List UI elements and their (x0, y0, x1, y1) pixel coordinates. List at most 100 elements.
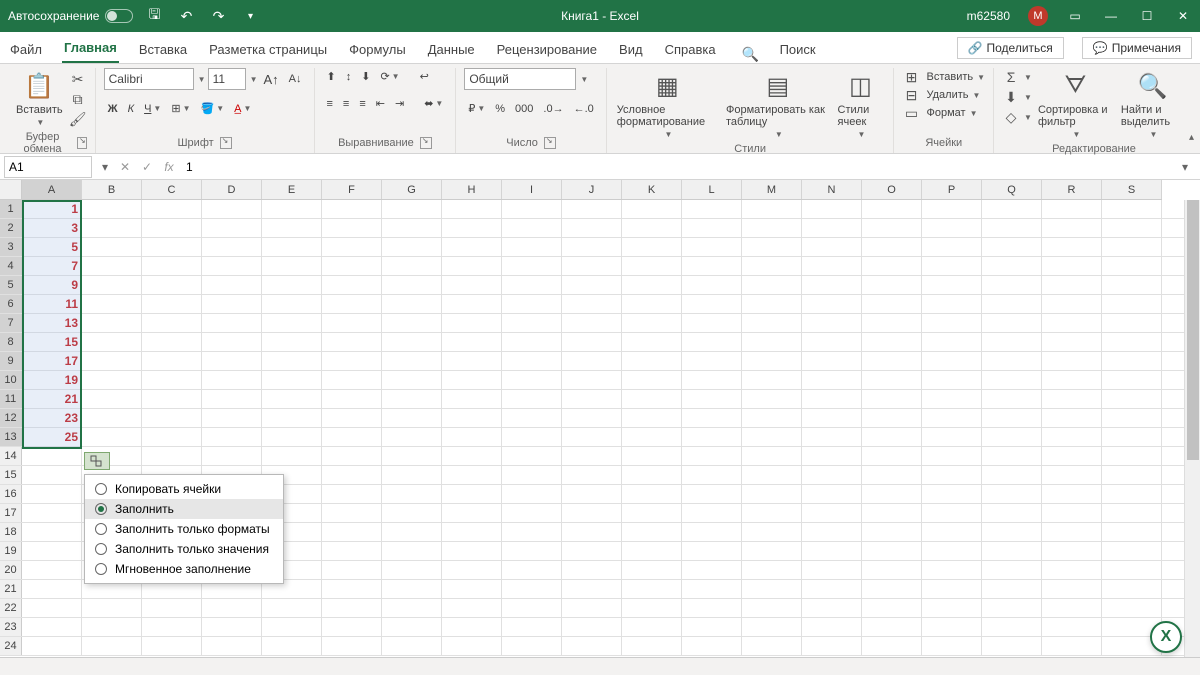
cell-J13[interactable] (562, 428, 622, 446)
col-header-F[interactable]: F (322, 180, 382, 199)
cell-N6[interactable] (802, 295, 862, 313)
cell-R3[interactable] (1042, 238, 1102, 256)
cell-M19[interactable] (742, 542, 802, 560)
af-fill-series[interactable]: Заполнить (85, 499, 283, 519)
cell-G19[interactable] (382, 542, 442, 560)
number-launcher[interactable] (544, 137, 556, 149)
cell-I21[interactable] (502, 580, 562, 598)
cell-L11[interactable] (682, 390, 742, 408)
cell-Q22[interactable] (982, 599, 1042, 617)
cell-K1[interactable] (622, 200, 682, 218)
cell-F11[interactable] (322, 390, 382, 408)
cell-P1[interactable] (922, 200, 982, 218)
search-icon[interactable]: 🔍 (742, 45, 760, 63)
cell-P23[interactable] (922, 618, 982, 636)
cell-N23[interactable] (802, 618, 862, 636)
cell-S21[interactable] (1102, 580, 1162, 598)
cell-J16[interactable] (562, 485, 622, 503)
cell-O23[interactable] (862, 618, 922, 636)
cell-F15[interactable] (322, 466, 382, 484)
cell-J6[interactable] (562, 295, 622, 313)
save-icon[interactable]: 🖫 (145, 7, 163, 25)
cell-G7[interactable] (382, 314, 442, 332)
cell-L9[interactable] (682, 352, 742, 370)
cell-J1[interactable] (562, 200, 622, 218)
cell-K20[interactable] (622, 561, 682, 579)
cell-I3[interactable] (502, 238, 562, 256)
cell-G23[interactable] (382, 618, 442, 636)
cell-I12[interactable] (502, 409, 562, 427)
cell-K24[interactable] (622, 637, 682, 655)
cell-D4[interactable] (202, 257, 262, 275)
cell-D9[interactable] (202, 352, 262, 370)
bold-icon[interactable]: Ж (104, 101, 122, 117)
cell-N4[interactable] (802, 257, 862, 275)
cell-K7[interactable] (622, 314, 682, 332)
row-header-3[interactable]: 3 (0, 238, 22, 256)
row-header-2[interactable]: 2 (0, 219, 22, 237)
cell-A17[interactable] (22, 504, 82, 522)
cell-F4[interactable] (322, 257, 382, 275)
cell-J7[interactable] (562, 314, 622, 332)
formula-input[interactable]: 1 (180, 160, 1176, 174)
cell-G6[interactable] (382, 295, 442, 313)
cell-A1[interactable]: 1 (22, 200, 82, 218)
cell-Q1[interactable] (982, 200, 1042, 218)
cell-E11[interactable] (262, 390, 322, 408)
cell-H2[interactable] (442, 219, 502, 237)
cell-O8[interactable] (862, 333, 922, 351)
cell-R20[interactable] (1042, 561, 1102, 579)
cell-R15[interactable] (1042, 466, 1102, 484)
align-left-icon[interactable]: ≡ (323, 96, 337, 112)
row-header-6[interactable]: 6 (0, 295, 22, 313)
cell-I16[interactable] (502, 485, 562, 503)
cell-B12[interactable] (82, 409, 142, 427)
col-header-S[interactable]: S (1102, 180, 1162, 199)
cell-I22[interactable] (502, 599, 562, 617)
cell-Q13[interactable] (982, 428, 1042, 446)
cell-D8[interactable] (202, 333, 262, 351)
cell-P12[interactable] (922, 409, 982, 427)
cell-R12[interactable] (1042, 409, 1102, 427)
cell-M21[interactable] (742, 580, 802, 598)
cell-P6[interactable] (922, 295, 982, 313)
cell-O14[interactable] (862, 447, 922, 465)
cell-M8[interactable] (742, 333, 802, 351)
cell-D22[interactable] (202, 599, 262, 617)
cell-O11[interactable] (862, 390, 922, 408)
cell-K9[interactable] (622, 352, 682, 370)
cell-O20[interactable] (862, 561, 922, 579)
cell-A12[interactable]: 23 (22, 409, 82, 427)
row-header-7[interactable]: 7 (0, 314, 22, 332)
cell-A3[interactable]: 5 (22, 238, 82, 256)
cell-C7[interactable] (142, 314, 202, 332)
cell-A13[interactable]: 25 (22, 428, 82, 446)
cell-S2[interactable] (1102, 219, 1162, 237)
cell-G17[interactable] (382, 504, 442, 522)
cell-O5[interactable] (862, 276, 922, 294)
cell-I1[interactable] (502, 200, 562, 218)
cell-A18[interactable] (22, 523, 82, 541)
cell-K12[interactable] (622, 409, 682, 427)
col-header-C[interactable]: C (142, 180, 202, 199)
qat-more-icon[interactable]: ▾ (241, 7, 259, 25)
cell-M22[interactable] (742, 599, 802, 617)
cell-K14[interactable] (622, 447, 682, 465)
cell-G3[interactable] (382, 238, 442, 256)
col-header-M[interactable]: M (742, 180, 802, 199)
af-copy-cells[interactable]: Копировать ячейки (85, 479, 283, 499)
cell-B10[interactable] (82, 371, 142, 389)
cell-M15[interactable] (742, 466, 802, 484)
cell-M24[interactable] (742, 637, 802, 655)
cell-C22[interactable] (142, 599, 202, 617)
cell-Q9[interactable] (982, 352, 1042, 370)
cell-P16[interactable] (922, 485, 982, 503)
cell-J3[interactable] (562, 238, 622, 256)
cell-F14[interactable] (322, 447, 382, 465)
cell-S13[interactable] (1102, 428, 1162, 446)
cell-S5[interactable] (1102, 276, 1162, 294)
cell-R4[interactable] (1042, 257, 1102, 275)
cancel-formula-icon[interactable]: ✕ (114, 160, 136, 174)
cell-O2[interactable] (862, 219, 922, 237)
cell-H14[interactable] (442, 447, 502, 465)
